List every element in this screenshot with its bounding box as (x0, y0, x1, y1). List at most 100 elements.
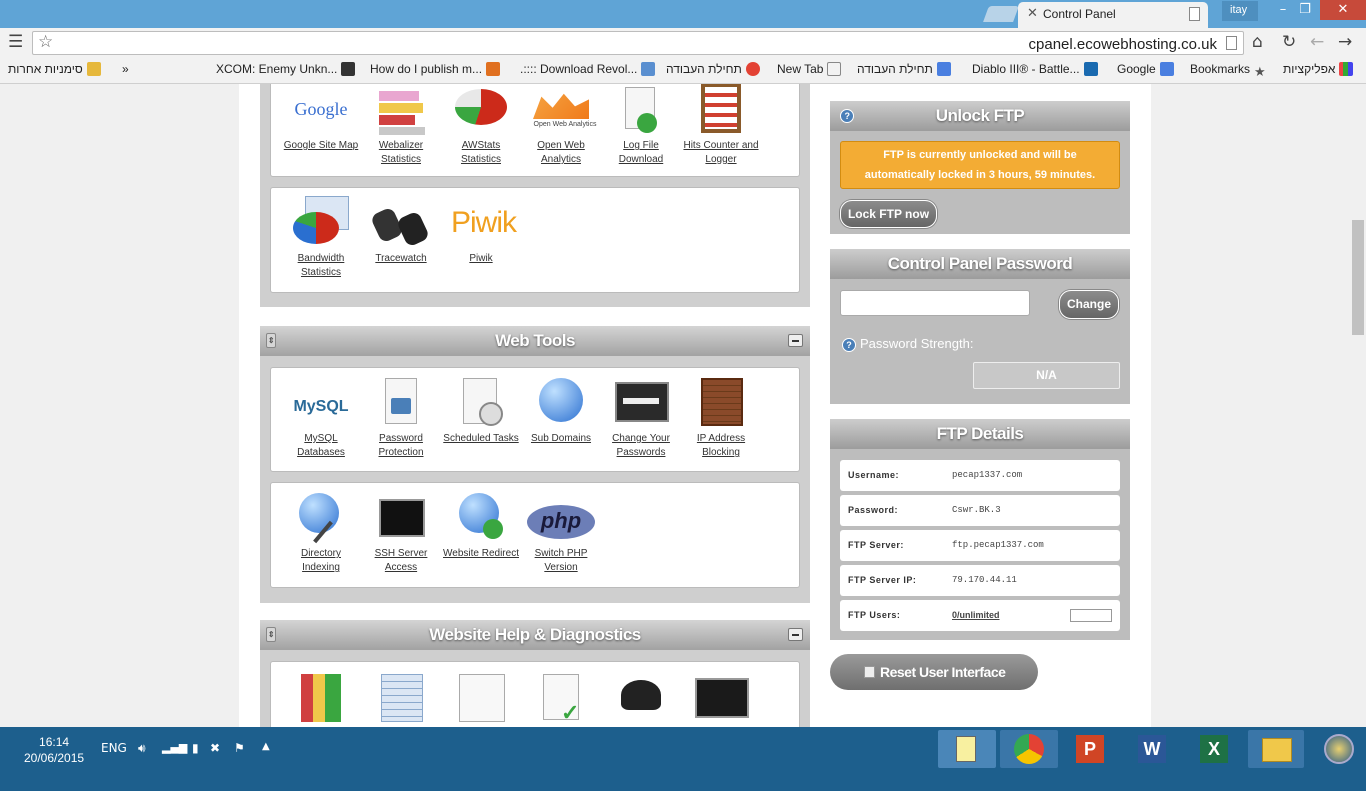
open-web-analytics-item[interactable]: Open Web Analytics Open Web Analytics (521, 84, 601, 167)
forward-icon[interactable]: ← (1310, 33, 1324, 51)
new-tab-button[interactable] (983, 6, 1019, 22)
bookmark-download[interactable]: .:::: Download Revol... (520, 62, 656, 76)
reset-ui-button[interactable]: Reset User Interface (830, 654, 1038, 690)
word-icon: W (1138, 735, 1166, 763)
other-bookmarks[interactable]: סימניות אחרות (8, 62, 101, 76)
web-tools-group: ⇕ Web Tools MySQL MySQL Databases Passwo… (260, 326, 810, 603)
collapse-icon[interactable] (788, 628, 803, 641)
active-tab[interactable]: ✕ Control Panel (1018, 2, 1208, 28)
cp-password-panel: Control Panel Password Change ? Password… (830, 249, 1130, 404)
flag-icon[interactable]: ⚑ (234, 741, 245, 755)
globe-redirect-icon (451, 491, 511, 545)
google-site-map-item[interactable]: Google Google Site Map (281, 84, 361, 153)
log-download-icon (611, 84, 671, 137)
row-key: FTP Server: (848, 540, 904, 550)
show-hidden-icons[interactable]: ▲ (262, 741, 270, 752)
diagnostics-item-2[interactable] (361, 670, 441, 724)
bookmark-publish[interactable]: How do I publish m... (370, 62, 501, 76)
lock-ftp-button[interactable]: Lock FTP now (840, 200, 937, 228)
powerpoint-icon: P (1076, 735, 1104, 763)
system-clock[interactable]: 16:14 20/06/2015 (24, 734, 84, 766)
webalizer-statistics-item[interactable]: Webalizer Statistics (361, 84, 441, 167)
close-tab-icon[interactable]: ✕ (1027, 6, 1038, 21)
menu-icon[interactable]: ☰ (8, 33, 23, 51)
misc-taskbar-button[interactable] (1316, 730, 1362, 768)
change-password-button[interactable]: Change (1059, 290, 1119, 319)
piwik-icon: Piwik (451, 196, 517, 250)
drag-handle-icon[interactable]: ⇕ (266, 333, 276, 348)
battery-icon[interactable]: ▮ (192, 741, 199, 755)
bookmark-new-tab[interactable]: New Tab (777, 62, 842, 76)
diagnostics-item-1[interactable] (281, 670, 361, 724)
bookmark-google[interactable]: Google (1117, 62, 1174, 76)
sub-domains-item[interactable]: Sub Domains (521, 376, 601, 446)
drag-handle-icon[interactable]: ⇕ (266, 627, 276, 642)
powerpoint-taskbar-button[interactable]: P (1062, 730, 1118, 768)
panel-title: Control Panel Password (887, 254, 1073, 273)
tracewatch-item[interactable]: Tracewatch (361, 196, 441, 266)
reload-icon[interactable]: ↻ (1282, 33, 1296, 51)
language-indicator[interactable]: ENG (101, 741, 127, 755)
new-password-input[interactable] (840, 290, 1030, 316)
notepad-taskbar-button[interactable] (938, 730, 996, 768)
diagnostics-item-5[interactable] (601, 670, 681, 724)
diagnostics-item-4[interactable]: ✓ (521, 670, 601, 725)
close-window-icon[interactable]: ✕ (1320, 0, 1366, 20)
bookmark-diablo[interactable]: Diablo III® - Battle... (972, 62, 1098, 76)
help-icon[interactable]: ? (842, 338, 856, 352)
chrome-taskbar-button[interactable] (1000, 730, 1058, 768)
volume-icon[interactable]: 🔊︎ (138, 741, 146, 756)
explorer-taskbar-button[interactable] (1248, 730, 1304, 768)
help-icon[interactable]: ? (840, 109, 854, 123)
item-label: Switch PHP Version (534, 548, 588, 573)
website-redirect-item[interactable]: Website Redirect (441, 491, 521, 561)
password-protection-item[interactable]: Password Protection (361, 376, 441, 460)
statistics-group: Google Google Site Map Webalizer Statist… (260, 84, 810, 307)
user-badge[interactable]: itay (1222, 1, 1258, 21)
switch-php-version-item[interactable]: php Switch PHP Version (521, 491, 601, 575)
bookmark-xcom[interactable]: XCOM: Enemy Unkn... (216, 62, 356, 76)
bookmark-star-icon[interactable]: ☆ (38, 32, 53, 52)
bookmark-start-2[interactable]: תחילת העבודה (857, 62, 951, 76)
ssh-server-access-item[interactable]: SSH Server Access (361, 491, 441, 575)
home-icon[interactable]: ⌂ (1252, 33, 1263, 51)
star-icon: ★ (1254, 65, 1266, 80)
web-tools-card-1: MySQL MySQL Databases Password Protectio… (270, 367, 800, 472)
network-icon[interactable]: ▂▄▆ (162, 741, 187, 754)
excel-taskbar-button[interactable]: X (1186, 730, 1242, 768)
log-file-download-item[interactable]: Log File Download (601, 84, 681, 167)
scrollbar-thumb[interactable] (1352, 220, 1364, 335)
back-icon[interactable]: → (1338, 33, 1352, 51)
browser-toolbar: ☰ ☆ cpanel.ecowebhosting.co.uk ⌂ ↻ ← → (0, 28, 1366, 58)
clock-time: 16:14 (39, 735, 70, 749)
item-label: Open Web Analytics (537, 140, 585, 165)
vertical-scrollbar[interactable] (1350, 84, 1366, 727)
item-label: Sub Domains (530, 433, 592, 444)
scheduled-tasks-item[interactable]: Scheduled Tasks (441, 376, 521, 446)
collapse-icon[interactable] (788, 334, 803, 347)
diagnostics-item-6[interactable] (681, 670, 761, 724)
ip-address-blocking-item[interactable]: IP Address Blocking (681, 376, 761, 460)
action-center-icon[interactable]: ✖ (210, 741, 220, 755)
stats-card-1: Google Google Site Map Webalizer Statist… (270, 84, 800, 177)
mysql-databases-item[interactable]: MySQL MySQL Databases (281, 376, 361, 460)
bookmark-start[interactable]: תחילת העבודה (666, 62, 760, 76)
directory-indexing-item[interactable]: Directory Indexing (281, 491, 361, 575)
bookmarks-overflow[interactable]: » (122, 62, 129, 76)
bandwidth-statistics-item[interactable]: Bandwidth Statistics (281, 196, 361, 280)
word-taskbar-button[interactable]: W (1124, 730, 1180, 768)
piwik-item[interactable]: Piwik Piwik (441, 196, 521, 266)
bookmark-bookmarks[interactable]: Bookmarks ★ (1190, 62, 1268, 80)
page-info-icon[interactable] (1226, 36, 1237, 50)
google-plus-icon (936, 62, 951, 76)
awstats-statistics-item[interactable]: AWStats Statistics (441, 84, 521, 167)
bookmark-apps[interactable]: אפליקציות (1283, 62, 1354, 76)
bookmark-label: תחילת העבודה (666, 62, 742, 76)
diagnostics-item-3[interactable] (441, 670, 521, 724)
address-bar[interactable]: ☆ cpanel.ecowebhosting.co.uk (32, 31, 1244, 55)
restore-icon[interactable]: ❐ (1290, 0, 1320, 20)
hits-counter-item[interactable]: Hits Counter and Logger (681, 84, 761, 167)
change-passwords-item[interactable]: Change Your Passwords (601, 376, 681, 460)
ftp-users-link[interactable]: 0/unlimited (952, 600, 1000, 631)
ftp-details-header: FTP Details (830, 419, 1130, 449)
